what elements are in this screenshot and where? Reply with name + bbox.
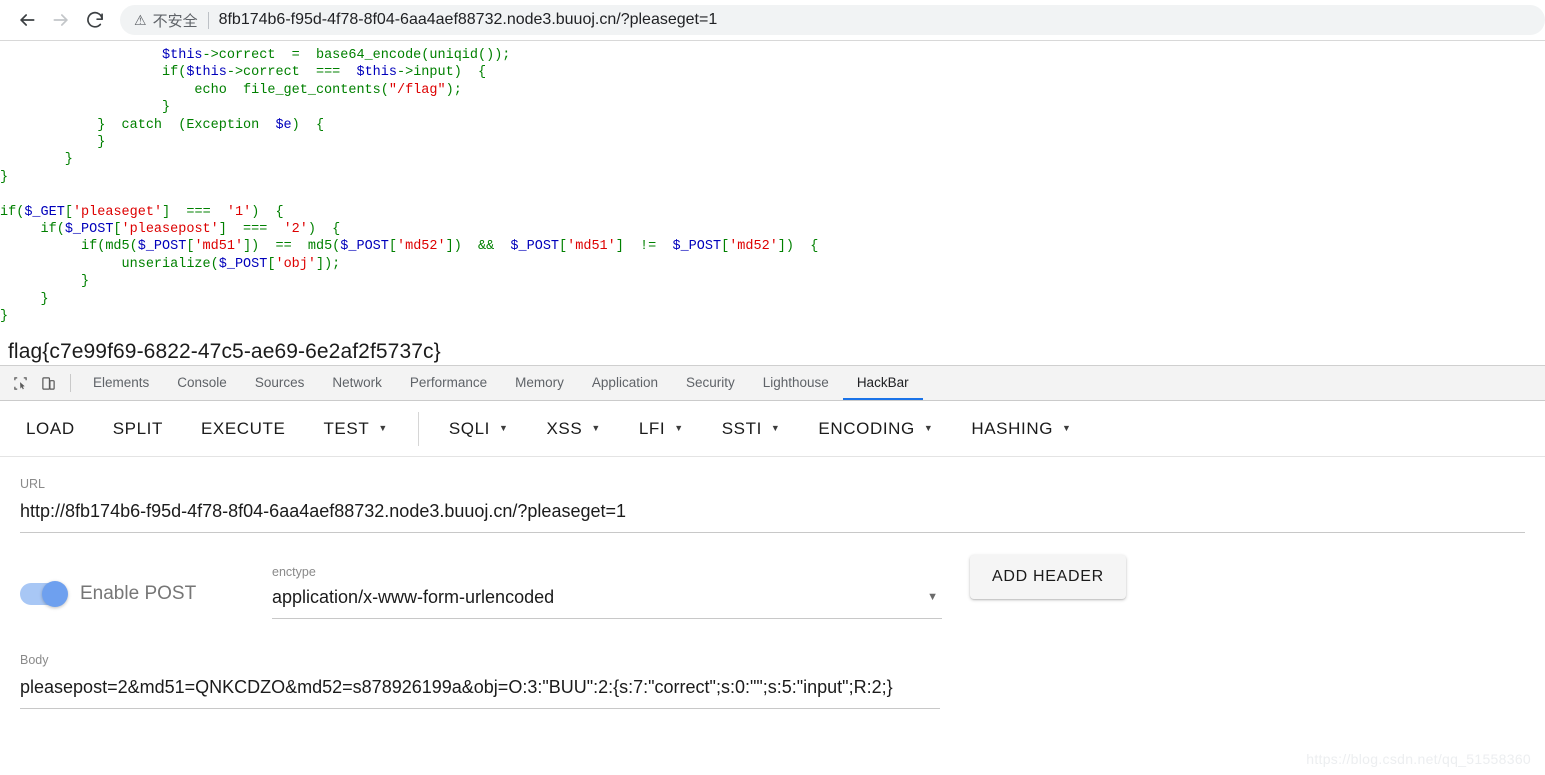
chevron-down-icon[interactable]: ▼ (378, 424, 388, 433)
hackbar-sqli-button[interactable]: SQLI ▼ (449, 419, 509, 439)
toggle-switch-track[interactable] (20, 581, 68, 607)
hackbar-test-button[interactable]: TEST ▼ (323, 419, 387, 439)
body-field-value[interactable]: pleasepost=2&md51=QNKCDZO&md52=s87892619… (20, 667, 940, 708)
flag-output: flag{c7e99f69-6822-47c5-ae69-6e2af2f5737… (8, 339, 441, 363)
chevron-down-icon[interactable]: ▼ (771, 424, 781, 433)
device-toolbar-button[interactable] (34, 366, 62, 400)
hackbar-body-field[interactable]: Body pleasepost=2&md51=QNKCDZO&md52=s878… (20, 633, 940, 709)
devtools-tabbar: Elements Console Sources Network Performance… (0, 366, 1545, 401)
reload-button[interactable] (78, 3, 112, 37)
address-bar-url: 8fb174b6-f95d-4f78-8f04-6aa4aef88732.nod… (218, 11, 718, 28)
hackbar-toolbar-separator (417, 411, 419, 446)
hackbar-ssti-label: SSTI (721, 418, 762, 438)
devtools-icon-separator (70, 374, 71, 392)
enctype-select[interactable]: enctype application/x-www-form-urlencode… (272, 565, 942, 619)
hackbar-load-button[interactable]: LOAD (26, 419, 75, 439)
security-label: 不安全 (152, 12, 198, 30)
devtools-tab-hackbar[interactable]: HackBar (842, 366, 923, 400)
watermark: https://blog.csdn.net/qq_51558360 (1306, 751, 1531, 767)
browser-chrome: ⚠ 不安全 8fb174b6-f95d-4f78-8f04-6aa4aef887… (0, 0, 1545, 41)
url-field-value[interactable]: http://8fb174b6-f95d-4f78-8f04-6aa4aef88… (20, 491, 1525, 532)
enctype-value: application/x-www-form-urlencoded (272, 587, 555, 607)
devtools-tab-console[interactable]: Console (163, 366, 241, 400)
devtools-panel: Elements Console Sources Network Performance… (0, 365, 1545, 775)
hackbar-encoding-label: ENCODING (818, 418, 915, 438)
hackbar-lfi-button[interactable]: LFI ▼ (639, 419, 684, 439)
devtools-tab-memory[interactable]: Memory (501, 366, 578, 400)
devtools-tab-application[interactable]: Application (578, 366, 672, 400)
url-field-underline (20, 532, 1525, 533)
hackbar-test-label: TEST (323, 418, 370, 438)
php-source-code: $this->correct = base64_encode(uniqid())… (0, 48, 819, 325)
chevron-down-icon[interactable]: ▼ (674, 424, 684, 433)
inspect-element-button[interactable] (6, 366, 34, 400)
hackbar-toolbar: LOAD SPLIT EXECUTE TEST ▼ SQLI ▼ XSS ▼ LFI ▼ SSTI ▼ E… (0, 401, 1545, 457)
devtools-tab-network[interactable]: Network (318, 366, 396, 400)
hackbar-execute-button[interactable]: EXECUTE (201, 419, 286, 439)
hackbar-split-label: SPLIT (112, 418, 163, 438)
devtools-tab-performance[interactable]: Performance (396, 366, 501, 400)
page-viewport: $this->correct = base64_encode(uniqid())… (0, 41, 1545, 365)
hackbar-sqli-label: SQLI (448, 418, 490, 438)
hackbar-load-label: LOAD (26, 418, 75, 438)
warning-triangle-icon: ⚠ (134, 12, 147, 28)
toggle-switch-knob (42, 581, 68, 607)
body-field-label: Body (20, 653, 49, 667)
chevron-down-icon[interactable]: ▼ (924, 424, 934, 433)
hackbar-ssti-button[interactable]: SSTI ▼ (722, 419, 781, 439)
devtools-tab-elements[interactable]: Elements (79, 366, 163, 400)
hackbar-xss-label: XSS (546, 418, 583, 438)
hackbar-post-row: Enable POST enctype application/x-www-fo… (20, 555, 1525, 619)
enctype-label: enctype (272, 565, 316, 579)
hackbar-hashing-button[interactable]: HASHING ▼ (971, 419, 1071, 439)
address-bar[interactable]: ⚠ 不安全 8fb174b6-f95d-4f78-8f04-6aa4aef887… (120, 5, 1545, 35)
chevron-down-icon[interactable]: ▼ (1062, 424, 1072, 433)
security-chip[interactable]: ⚠ 不安全 (134, 10, 198, 31)
arrow-right-icon (53, 14, 68, 26)
hackbar-xss-button[interactable]: XSS ▼ (546, 419, 600, 439)
chevron-down-icon[interactable]: ▼ (927, 592, 942, 603)
devtools-tab-security[interactable]: Security (672, 366, 749, 400)
enable-post-toggle[interactable]: Enable POST (20, 581, 272, 619)
chevron-down-icon[interactable]: ▼ (499, 424, 509, 433)
omnibox-divider (207, 11, 209, 29)
arrow-left-icon (20, 14, 35, 26)
reload-icon (87, 11, 103, 28)
body-field-underline (20, 708, 940, 709)
devtools-tab-list: Elements Console Sources Network Performance… (79, 366, 923, 400)
hackbar-encoding-button[interactable]: ENCODING ▼ (818, 419, 933, 439)
device-toolbar-icon (41, 376, 55, 390)
enctype-underline (272, 618, 942, 619)
enable-post-label: Enable POST (80, 583, 197, 604)
hackbar-url-field[interactable]: URL http://8fb174b6-f95d-4f78-8f04-6aa4a… (20, 457, 1525, 533)
hackbar-panel: LOAD SPLIT EXECUTE TEST ▼ SQLI ▼ XSS ▼ LFI ▼ SSTI ▼ E… (0, 401, 1545, 775)
hackbar-lfi-label: LFI (638, 418, 666, 438)
devtools-tab-sources[interactable]: Sources (241, 366, 319, 400)
hackbar-execute-label: EXECUTE (200, 418, 286, 438)
back-button[interactable] (10, 3, 44, 37)
url-field-label: URL (20, 477, 46, 491)
chevron-down-icon[interactable]: ▼ (591, 424, 601, 433)
forward-button[interactable] (44, 3, 78, 37)
inspect-element-icon (13, 376, 27, 390)
hackbar-body: URL http://8fb174b6-f95d-4f78-8f04-6aa4a… (0, 457, 1545, 775)
hackbar-hashing-label: HASHING (971, 418, 1054, 438)
hackbar-split-button[interactable]: SPLIT (113, 419, 163, 439)
add-header-button[interactable]: ADD HEADER (970, 555, 1126, 599)
devtools-tab-lighthouse[interactable]: Lighthouse (749, 366, 843, 400)
enctype-select-control[interactable]: application/x-www-form-urlencoded ▼ (272, 579, 942, 618)
